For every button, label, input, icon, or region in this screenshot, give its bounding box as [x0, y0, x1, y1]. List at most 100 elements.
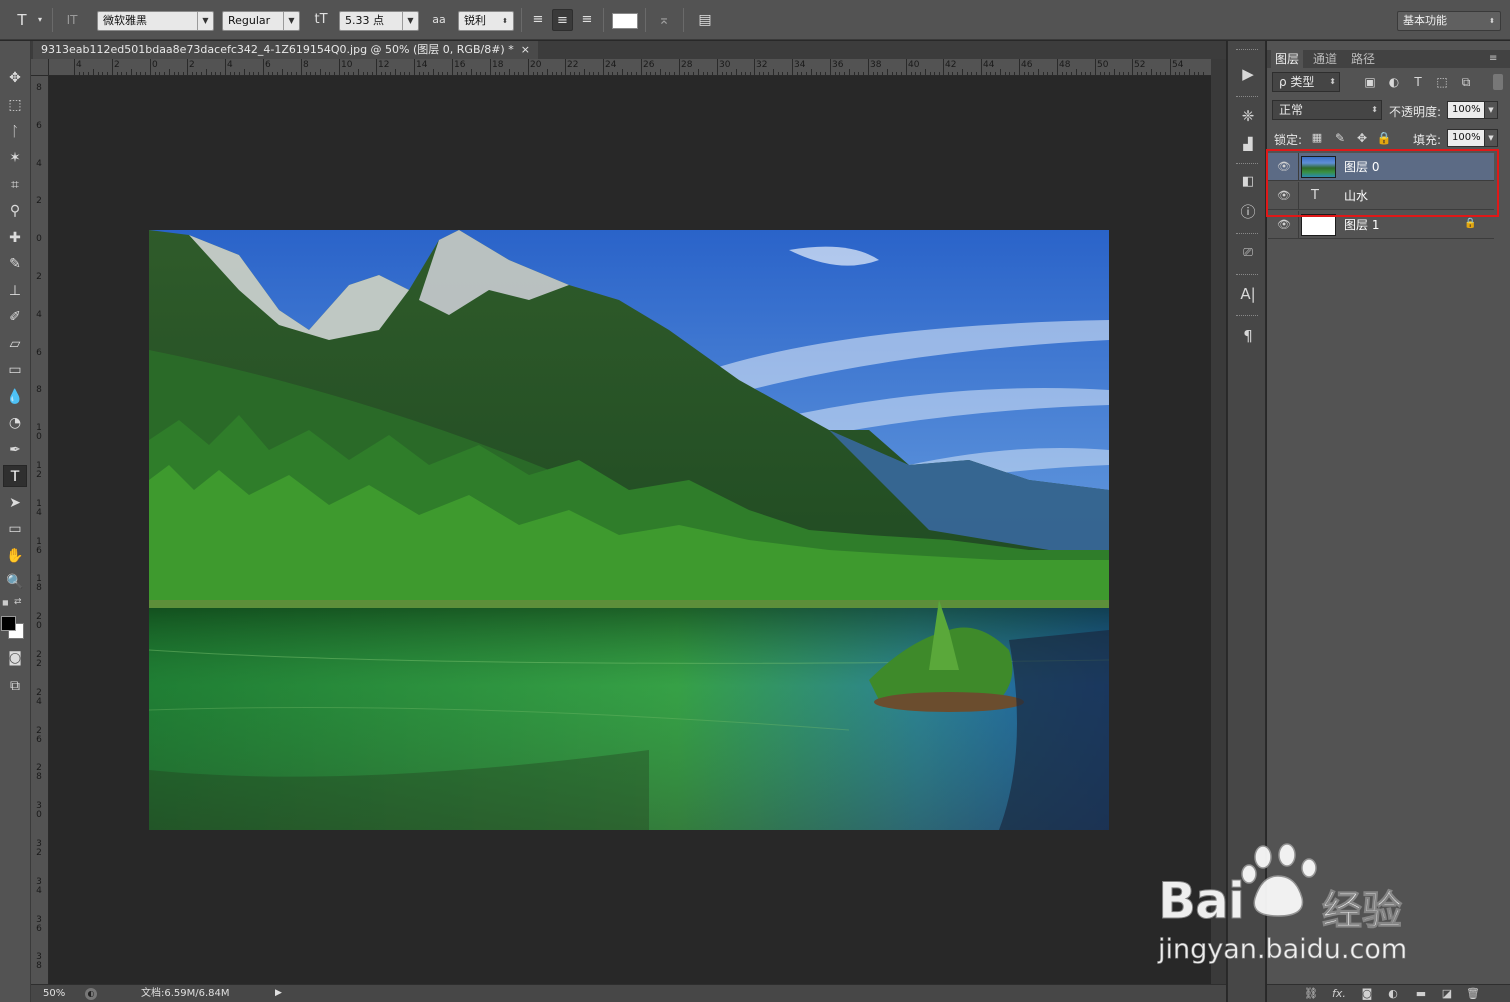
ruler-minor-tick	[1160, 72, 1162, 75]
font-family-select[interactable]: 微软雅黑 ▼	[97, 11, 214, 31]
type-tool-preset-icon[interactable]: T	[10, 9, 34, 31]
ruler-minor-tick	[726, 72, 728, 75]
filter-toggle[interactable]	[1493, 74, 1503, 90]
text-color-swatch[interactable]	[612, 13, 638, 29]
healing-brush-tool-icon[interactable]: ✚	[3, 227, 27, 249]
chevron-down-icon[interactable]: ▼	[1484, 129, 1498, 147]
align-right-icon[interactable]: ≡	[577, 9, 597, 31]
mask-icon[interactable]: ◙	[1359, 987, 1375, 1001]
opacity-input[interactable]: 100% ▼	[1447, 101, 1498, 119]
swap-colors-icon[interactable]: ⇄	[14, 597, 26, 607]
default-colors-icon[interactable]: ◼	[2, 598, 12, 608]
ruler-origin[interactable]	[31, 59, 49, 76]
align-center-icon[interactable]: ≡	[552, 9, 573, 31]
status-menu-arrow-icon[interactable]: ▶	[275, 985, 282, 1002]
character-panel-toggle-icon[interactable]: ▤	[694, 9, 716, 31]
dodge-tool-icon[interactable]: ◔	[3, 412, 27, 434]
adjustments-icon[interactable]: ◧	[1237, 171, 1259, 193]
ruler-minor-tick	[1004, 72, 1006, 75]
brush-tool-icon[interactable]: ✎	[3, 253, 27, 275]
font-style-select[interactable]: Regular ▼	[222, 11, 300, 31]
gradient-tool-icon[interactable]: ▭	[3, 359, 27, 381]
font-size-select[interactable]: 5.33 点 ▼	[339, 11, 419, 31]
link-icon[interactable]: ⛓	[1303, 987, 1319, 1001]
lock-image-icon[interactable]: ✎	[1332, 130, 1348, 146]
ruler-tick-label: 34	[794, 60, 806, 70]
quick-mask-icon[interactable]: ◙	[3, 647, 27, 669]
vertical-scrollbar[interactable]	[1211, 59, 1226, 984]
tab-paths[interactable]: 路径	[1347, 50, 1379, 68]
chevron-down-icon[interactable]: ▼	[1484, 101, 1498, 119]
dock-grip[interactable]	[1236, 96, 1258, 99]
lock-position-icon[interactable]: ✥	[1354, 130, 1370, 146]
paragraph-icon[interactable]: ¶	[1237, 325, 1259, 347]
antialias-select[interactable]: 锐利 ⬍	[458, 11, 514, 31]
navigator-icon[interactable]: ❈	[1237, 105, 1259, 127]
layer-name[interactable]: 图层 1	[1344, 218, 1379, 232]
tab-channels[interactable]: 通道	[1309, 50, 1341, 68]
ruler-minor-tick	[542, 72, 544, 75]
ruler-minor-tick	[702, 72, 704, 75]
proof-setup-icon[interactable]: ◐	[85, 988, 97, 1000]
new-layer-icon[interactable]: ◪	[1439, 987, 1455, 1001]
tab-layers[interactable]: 图层	[1271, 50, 1304, 68]
blur-tool-icon[interactable]: 💧	[3, 386, 27, 408]
workspace-select[interactable]: 基本功能 ⬍	[1397, 11, 1501, 31]
fill-input[interactable]: 100% ▼	[1447, 129, 1498, 147]
shape-tool-icon[interactable]: ▭	[3, 518, 27, 540]
type-tool-icon[interactable]: T	[3, 465, 27, 487]
close-icon[interactable]: ×	[521, 43, 530, 56]
histogram-icon[interactable]: ▟	[1237, 133, 1259, 155]
ruler-minor-tick	[1061, 72, 1063, 75]
clone-stamp-tool-icon[interactable]: ⊥	[3, 280, 27, 302]
crop-tool-icon[interactable]: ⌗	[3, 174, 27, 196]
document-tab[interactable]: 9313eab112ed501bdaa8e73dacefc342_4-1Z619…	[33, 41, 538, 59]
filter-smart-object-icon[interactable]: ⧉	[1458, 74, 1474, 90]
character-icon[interactable]: A|	[1237, 283, 1259, 305]
dock-grip[interactable]	[1236, 274, 1258, 277]
hand-tool-icon[interactable]: ✋	[3, 545, 27, 567]
foreground-color-swatch[interactable]	[1, 616, 16, 631]
adjustment-icon[interactable]: ◐	[1385, 987, 1401, 1001]
move-tool-icon[interactable]: ✥	[3, 67, 27, 89]
info-icon[interactable]: ⓘ	[1237, 201, 1259, 223]
zoom-level[interactable]: 50%	[43, 985, 65, 1002]
lock-all-icon[interactable]: 🔒	[1376, 130, 1392, 146]
visibility-eye-icon[interactable]: 👁	[1277, 218, 1291, 232]
panel-menu-icon[interactable]: ≡	[1489, 53, 1503, 65]
zoom-tool-icon[interactable]: 🔍	[3, 571, 27, 593]
filter-pixel-icon[interactable]: ▣	[1362, 74, 1378, 90]
path-selection-tool-icon[interactable]: ➤	[3, 492, 27, 514]
text-orientation-icon[interactable]: IT	[60, 9, 84, 31]
filter-type-icon[interactable]: T	[1410, 74, 1426, 90]
folder-icon[interactable]: ▬	[1413, 987, 1429, 1001]
marquee-tool-icon[interactable]: ⬚	[3, 94, 27, 116]
eyedropper-tool-icon[interactable]: ⚲	[3, 200, 27, 222]
lock-transparent-icon[interactable]: ▦	[1309, 130, 1325, 146]
screen-mode-icon[interactable]: ⧉	[3, 675, 27, 697]
trash-icon[interactable]: 🗑	[1465, 987, 1481, 1001]
align-left-icon[interactable]: ≡	[528, 9, 548, 31]
filter-adjustment-icon[interactable]: ◐	[1386, 74, 1402, 90]
ruler-minor-tick	[353, 72, 355, 75]
filter-shape-icon[interactable]: ⬚	[1434, 74, 1450, 90]
dock-grip[interactable]	[1236, 163, 1258, 166]
dock-grip[interactable]	[1236, 233, 1258, 236]
dock-grip[interactable]	[1236, 315, 1258, 318]
eraser-tool-icon[interactable]: ▱	[3, 333, 27, 355]
blend-mode-select[interactable]: 正常 ⬍	[1272, 100, 1382, 120]
filter-kind-select[interactable]: ρ 类型 ⬍	[1272, 72, 1340, 92]
vertical-ruler[interactable]: 864202468101214161820222426283032343638	[31, 76, 49, 984]
magic-wand-tool-icon[interactable]: ✶	[3, 147, 27, 169]
fx-icon[interactable]: fx.	[1331, 987, 1347, 1001]
pen-tool-icon[interactable]: ✒	[3, 439, 27, 461]
chevron-down-icon[interactable]: ▾	[34, 9, 46, 31]
history-icon[interactable]: ⎚	[1237, 241, 1259, 263]
lasso-tool-icon[interactable]: ᛚ	[3, 121, 27, 143]
warp-text-icon[interactable]: ⌅	[653, 9, 675, 31]
actions-play-icon[interactable]: ▶	[1237, 63, 1259, 85]
horizontal-ruler[interactable]: 4 2 0 2 4 6 8 10 12 14 16 18 20 22 24 26 28 30 32 34 36 38 40 4…	[49, 59, 1211, 76]
dock-grip[interactable]	[1236, 49, 1258, 52]
history-brush-tool-icon[interactable]: ✐	[3, 306, 27, 328]
landscape-photo[interactable]	[149, 230, 1109, 830]
